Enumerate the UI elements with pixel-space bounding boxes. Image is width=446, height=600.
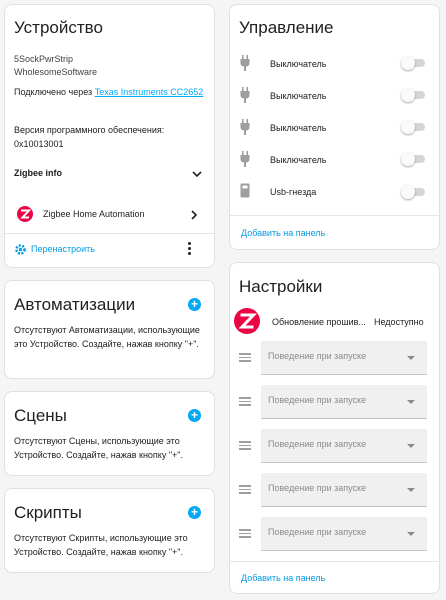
power-plug-icon (240, 119, 250, 135)
cog-refresh-icon (15, 244, 26, 255)
reconfigure-label: Перенастроить (31, 244, 95, 254)
device-connection: Подключено через Texas Instruments CC265… (14, 85, 209, 99)
scenes-title: Сцены (14, 406, 67, 425)
power-plug-icon (240, 55, 250, 71)
list-icon (239, 351, 251, 364)
scenes-empty-text: Отсутствуют Сцены, использующие это Устр… (14, 436, 183, 460)
startup-behavior-select[interactable]: Поведение при запуске (261, 517, 427, 551)
select-placeholder: Поведение при запуске (268, 483, 367, 493)
control-label: Выключатель (270, 91, 327, 101)
scripts-empty-text: Отсутствуют Скрипты, использующие это Ус… (14, 533, 188, 557)
reconfigure-button[interactable]: Перенастроить (5, 237, 155, 263)
power-plug-icon (240, 151, 250, 167)
control-label: Выключатель (270, 59, 327, 69)
add-automation-button[interactable]: + (188, 298, 201, 311)
integration-label: Zigbee Home Automation (43, 209, 145, 219)
select-placeholder: Поведение при запуске (268, 439, 367, 449)
connection-prefix: Подключено через (14, 87, 95, 97)
control-label: Usb-гнезда (270, 187, 317, 197)
coordinator-link[interactable]: Texas Instruments CC2652 (95, 87, 204, 97)
settings-divider (229, 561, 440, 562)
device-card: Устройство 5SockPwrStrip WholesomeSoftwa… (4, 4, 215, 268)
device-manufacturer: WholesomeSoftware (14, 67, 98, 77)
dots-vertical-icon (188, 242, 191, 255)
device-card-title: Устройство (14, 18, 103, 37)
control-label: Выключатель (270, 155, 327, 165)
select-placeholder: Поведение при запуске (268, 351, 367, 361)
select-placeholder: Поведение при запуске (268, 395, 367, 405)
power-plug-icon (240, 87, 250, 103)
firmware-update-status: Недоступно (374, 317, 424, 327)
dropdown-arrow-icon (407, 356, 415, 360)
firmware-value: 0x10013001 (14, 139, 64, 149)
more-menu-button[interactable] (185, 242, 195, 258)
firmware-update-label: Обновление прошив... (272, 317, 366, 327)
integration-row[interactable]: Zigbee Home Automation (5, 201, 214, 229)
startup-behavior-select[interactable]: Поведение при запуске (261, 429, 427, 463)
zigbee-logo-icon (17, 206, 33, 222)
scripts-title: Скрипты (14, 503, 82, 522)
zigbee-info-expander[interactable]: Zigbee info (5, 160, 214, 188)
controls-add-to-panel-button[interactable]: Добавить на панель (241, 226, 325, 240)
list-icon (239, 395, 251, 408)
list-icon (239, 527, 251, 540)
dropdown-arrow-icon (407, 488, 415, 492)
usb-socket-icon (240, 183, 250, 198)
startup-behavior-select[interactable]: Поведение при запуске (261, 385, 427, 419)
controls-divider (229, 215, 440, 216)
settings-title: Настройки (239, 277, 323, 296)
automations-title: Автоматизации (14, 295, 136, 314)
control-toggle[interactable] (401, 88, 425, 102)
control-toggle[interactable] (401, 185, 425, 199)
dropdown-arrow-icon (407, 444, 415, 448)
scenes-card: Сцены + Отсутствуют Сцены, использующие … (4, 391, 215, 476)
card-divider (5, 233, 214, 234)
add-scene-button[interactable]: + (188, 409, 201, 422)
control-toggle[interactable] (401, 56, 425, 70)
startup-behavior-select[interactable]: Поведение при запуске (261, 473, 427, 507)
firmware-label: Версия программного обеспечения: (14, 125, 165, 135)
control-label: Выключатель (270, 123, 327, 133)
zigbee-info-label: Zigbee info (14, 168, 62, 178)
dropdown-arrow-icon (407, 400, 415, 404)
dropdown-arrow-icon (407, 532, 415, 536)
automations-card: Автоматизации + Отсутствуют Автоматизаци… (4, 280, 215, 379)
device-model: 5SockPwrStrip (14, 54, 74, 64)
zigbee-logo-icon (234, 308, 260, 334)
controls-title: Управление (239, 18, 334, 37)
automations-empty-text: Отсутствуют Автоматизации, использующие … (14, 325, 200, 349)
chevron-right-icon (191, 210, 198, 220)
scripts-card: Скрипты + Отсутствуют Скрипты, использую… (4, 488, 215, 573)
control-toggle[interactable] (401, 120, 425, 134)
startup-behavior-select[interactable]: Поведение при запуске (261, 341, 427, 375)
list-icon (239, 439, 251, 452)
chevron-down-icon (192, 171, 202, 178)
list-icon (239, 483, 251, 496)
add-script-button[interactable]: + (188, 506, 201, 519)
control-toggle[interactable] (401, 152, 425, 166)
settings-add-to-panel-button[interactable]: Добавить на панель (241, 571, 325, 585)
select-placeholder: Поведение при запуске (268, 527, 367, 537)
